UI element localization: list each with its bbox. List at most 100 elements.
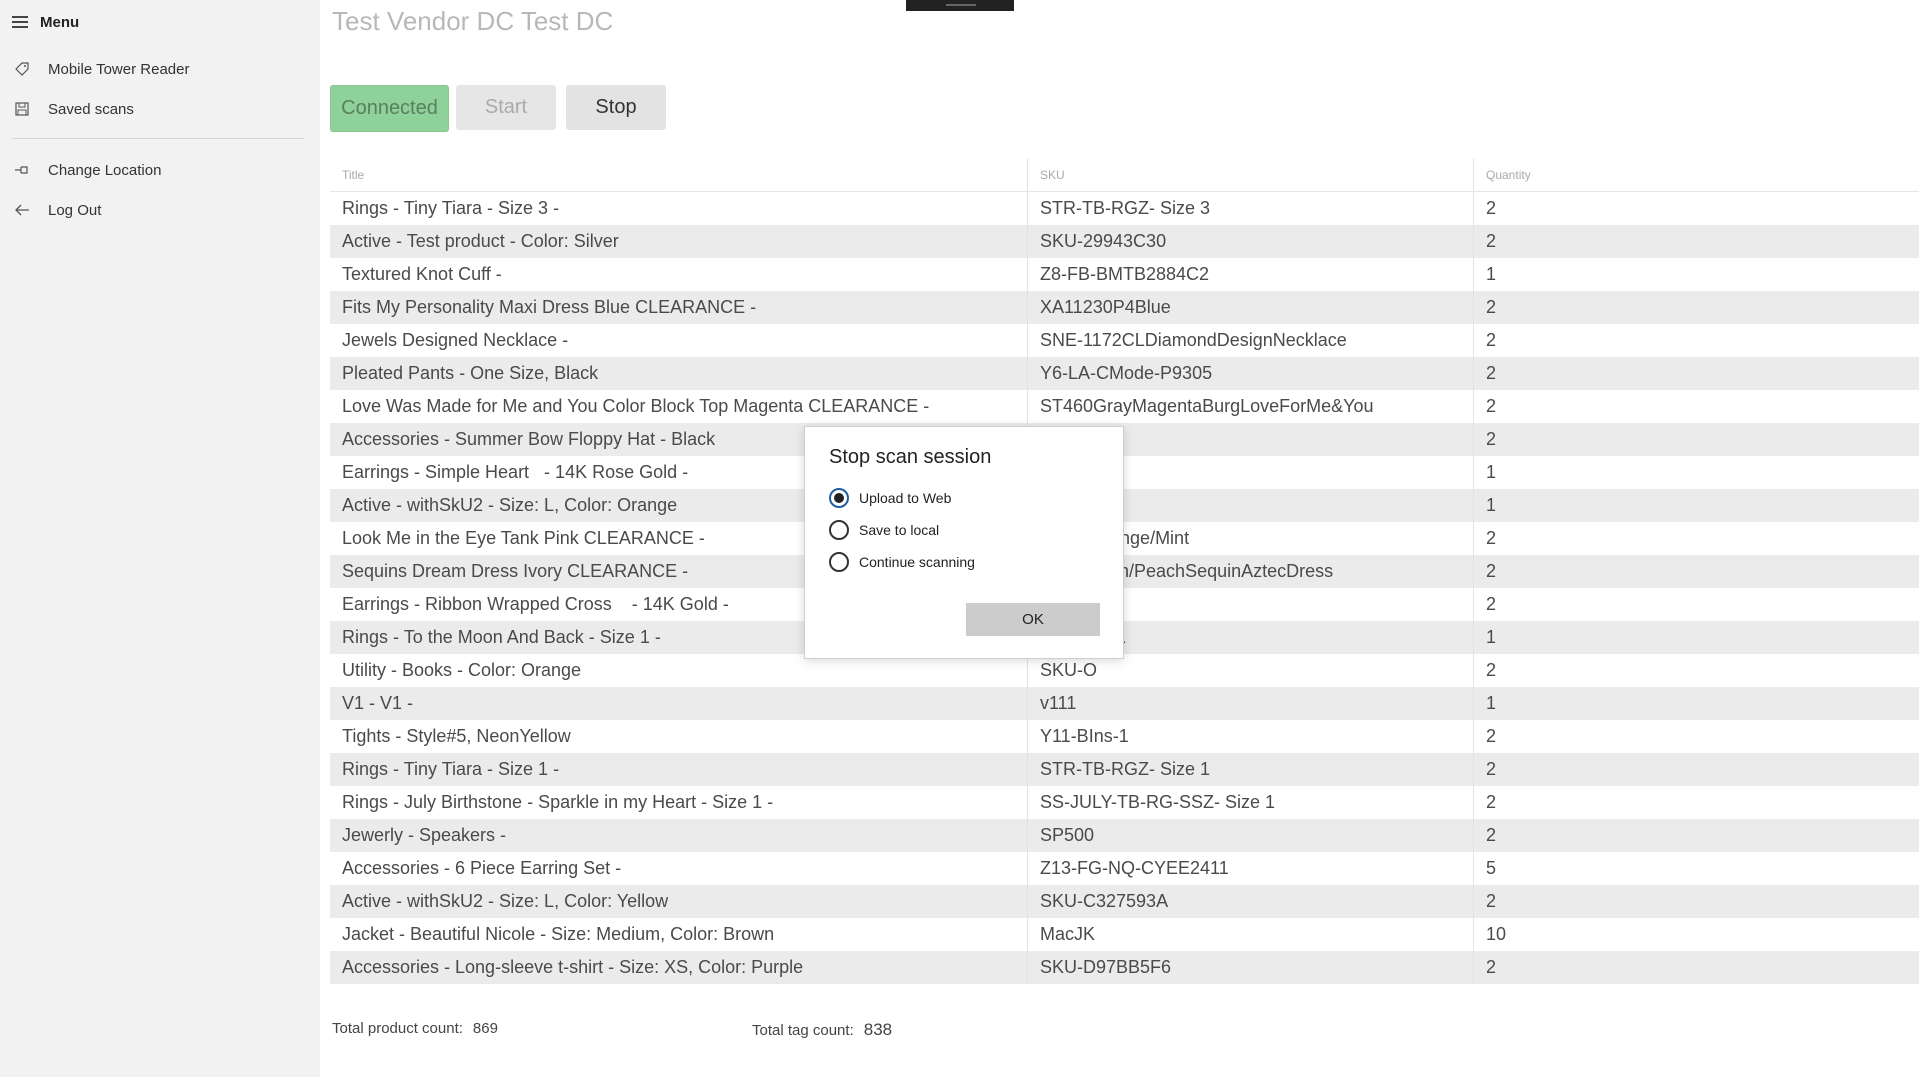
- cell-quantity: 2: [1486, 297, 1497, 317]
- window-drag-handle[interactable]: [906, 0, 1014, 11]
- cell-sku: ST460GrayMagentaBurgLoveForMe&You: [1028, 390, 1474, 423]
- arrow-left-icon: [12, 200, 32, 220]
- cell-sku: SNE-1172CLDiamondDesignNecklace: [1028, 324, 1474, 357]
- radio-label: Save to local: [859, 522, 940, 538]
- table-row[interactable]: Active - withSkU2 - Size: L, Color: Oran…: [330, 489, 1919, 522]
- cell-sku: STR-TB-RGZ- Size 1: [1028, 753, 1474, 786]
- cell-quantity: 2: [1486, 330, 1497, 350]
- table-row[interactable]: Fits My Personality Maxi Dress Blue CLEA…: [330, 291, 1919, 324]
- cell-sku: SKU-29943C30: [1028, 225, 1474, 258]
- column-header-quantity[interactable]: Quantity: [1474, 158, 1919, 191]
- cell-quantity: 2: [1486, 198, 1497, 218]
- cell-quantity: 1: [1486, 495, 1497, 515]
- tag-count: Total tag count: 838: [752, 1020, 892, 1040]
- radio-unchecked-icon[interactable]: [829, 552, 849, 572]
- table-row[interactable]: Accessories - Long-sleeve t-shirt - Size…: [330, 951, 1919, 984]
- menu-toggle[interactable]: Menu: [12, 10, 79, 34]
- sidebar-item-mobile-tower-reader[interactable]: Mobile Tower Reader: [12, 57, 189, 81]
- radio-save-to-local[interactable]: Save to local: [829, 520, 939, 540]
- cell-title: Active - withSkU2 - Size: L, Color: Yell…: [330, 885, 1028, 918]
- table-row[interactable]: Jewerly - Speakers - SP500 2: [330, 819, 1919, 852]
- cell-title: Jewerly - Speakers -: [330, 819, 1028, 852]
- cell-title: Love Was Made for Me and You Color Block…: [330, 390, 1028, 423]
- product-count: Total product count: 869: [332, 1020, 498, 1037]
- column-header-sku[interactable]: SKU: [1028, 158, 1474, 191]
- cell-quantity: 2: [1486, 528, 1497, 548]
- cell-sku: MacJK: [1028, 918, 1474, 951]
- cell-title: Rings - Tiny Tiara - Size 3 -: [330, 192, 1028, 225]
- table-row[interactable]: Earrings - Ribbon Wrapped Cross - 14K Go…: [330, 588, 1919, 621]
- sidebar-item-label: Mobile Tower Reader: [48, 60, 190, 78]
- cell-quantity: 2: [1486, 792, 1497, 812]
- cell-quantity: 2: [1486, 363, 1497, 383]
- ok-button[interactable]: OK: [966, 603, 1100, 636]
- table-row[interactable]: Rings - To the Moon And Back - Size 1 -G…: [330, 621, 1919, 654]
- column-header-title[interactable]: Title: [330, 158, 1028, 191]
- stop-button[interactable]: Stop: [566, 85, 666, 130]
- connected-button[interactable]: Connected: [330, 85, 449, 132]
- sidebar-item-label: Log Out: [48, 201, 102, 219]
- cell-quantity: 2: [1486, 957, 1497, 977]
- sidebar-item-label: Change Location: [48, 161, 162, 179]
- table-row[interactable]: Pleated Pants - One Size, Black Y6-LA-CMo…: [330, 357, 1919, 390]
- cell-sku: XA11230P4Blue: [1028, 291, 1474, 324]
- table-row[interactable]: Look Me in the Eye Tank Pink CLEARANCE -…: [330, 522, 1919, 555]
- cell-title: Jacket - Beautiful Nicole - Size: Medium…: [330, 918, 1028, 951]
- start-button[interactable]: Start: [456, 85, 556, 130]
- cell-quantity: 2: [1486, 231, 1497, 251]
- dialog-title: Stop scan session: [829, 446, 992, 468]
- table-row[interactable]: Accessories - 6 Piece Earring Set - Z13-F…: [330, 852, 1919, 885]
- table-row[interactable]: Love Was Made for Me and You Color Block…: [330, 390, 1919, 423]
- radio-label: Continue scanning: [859, 554, 975, 570]
- radio-upload-to-web[interactable]: Upload to Web: [829, 488, 951, 508]
- table-row[interactable]: Textured Knot Cuff - Z8-FB-BMTB2884C2 1: [330, 258, 1919, 291]
- cell-title: Tights - Style#5, NeonYellow: [330, 720, 1028, 753]
- table-row[interactable]: Jacket - Beautiful Nicole - Size: Medium…: [330, 918, 1919, 951]
- menu-label: Menu: [40, 13, 80, 31]
- product-count-label: Total product count:: [332, 1020, 463, 1037]
- stop-scan-dialog: Stop scan session Upload to Web Save to …: [804, 426, 1124, 659]
- table-row[interactable]: Active - Test product - Color: Silver SKU…: [330, 225, 1919, 258]
- cell-quantity: 2: [1486, 660, 1497, 680]
- table-row[interactable]: Accessories - Summer Bow Floppy Hat - Bl…: [330, 423, 1919, 456]
- table-row[interactable]: Jewels Designed Necklace - SNE-1172CLDiam…: [330, 324, 1919, 357]
- cell-sku: SKU-D97BB5F6: [1028, 951, 1474, 984]
- cell-title: V1 - V1 -: [330, 687, 1028, 720]
- product-count-value: 869: [472, 1020, 498, 1037]
- table-row[interactable]: Tights - Style#5, NeonYellow Y11-BIns-1 2: [330, 720, 1919, 753]
- cell-quantity: 10: [1486, 924, 1507, 944]
- tag-count-value: 838: [863, 1020, 893, 1039]
- cell-title: Pleated Pants - One Size, Black: [330, 357, 1028, 390]
- table-row[interactable]: Rings - Tiny Tiara - Size 1 - STR-TB-RGZ-…: [330, 753, 1919, 786]
- cell-quantity: 2: [1486, 429, 1497, 449]
- cell-title: Rings - July Birthstone - Sparkle in my …: [330, 786, 1028, 819]
- table-row[interactable]: Active - withSkU2 - Size: L, Color: Yell…: [330, 885, 1919, 918]
- cell-quantity: 1: [1486, 627, 1497, 647]
- sidebar-item-change-location[interactable]: Change Location: [12, 158, 161, 182]
- table-row[interactable]: Utility - Books - Color: Orange SKU-O 2: [330, 654, 1919, 687]
- tag-icon: [12, 59, 32, 79]
- radio-continue-scanning[interactable]: Continue scanning: [829, 552, 975, 572]
- table-row[interactable]: Earrings - Simple Heart - 14K Rose Gold …: [330, 456, 1919, 489]
- table-row[interactable]: Rings - July Birthstone - Sparkle in my …: [330, 786, 1919, 819]
- cell-sku: Y11-BIns-1: [1028, 720, 1474, 753]
- cell-sku: SS-JULY-TB-RG-SSZ- Size 1: [1028, 786, 1474, 819]
- sidebar-item-label: Saved scans: [48, 100, 134, 118]
- cell-sku: Y6-LA-CMode-P9305: [1028, 357, 1474, 390]
- table-row[interactable]: V1 - V1 - v111 1: [330, 687, 1919, 720]
- table-row[interactable]: Sequins Dream Dress Ivory CLEARANCE - vor…: [330, 555, 1919, 588]
- pin-icon: [12, 160, 32, 180]
- table-row[interactable]: Rings - Tiny Tiara - Size 3 - STR-TB-RGZ-…: [330, 192, 1919, 225]
- cell-quantity: 1: [1486, 693, 1497, 713]
- radio-label: Upload to Web: [859, 490, 952, 506]
- sidebar-item-log-out[interactable]: Log Out: [12, 198, 101, 222]
- cell-quantity: 2: [1486, 891, 1497, 911]
- radio-checked-icon[interactable]: [829, 488, 849, 508]
- sidebar-item-saved-scans[interactable]: Saved scans: [12, 97, 134, 121]
- save-icon: [12, 99, 32, 119]
- hamburger-icon: [12, 16, 28, 28]
- cell-sku: Z13-FG-NQ-CYEE2411: [1028, 852, 1474, 885]
- cell-sku: STR-TB-RGZ- Size 3: [1028, 192, 1474, 225]
- radio-unchecked-icon[interactable]: [829, 520, 849, 540]
- cell-title: Textured Knot Cuff -: [330, 258, 1028, 291]
